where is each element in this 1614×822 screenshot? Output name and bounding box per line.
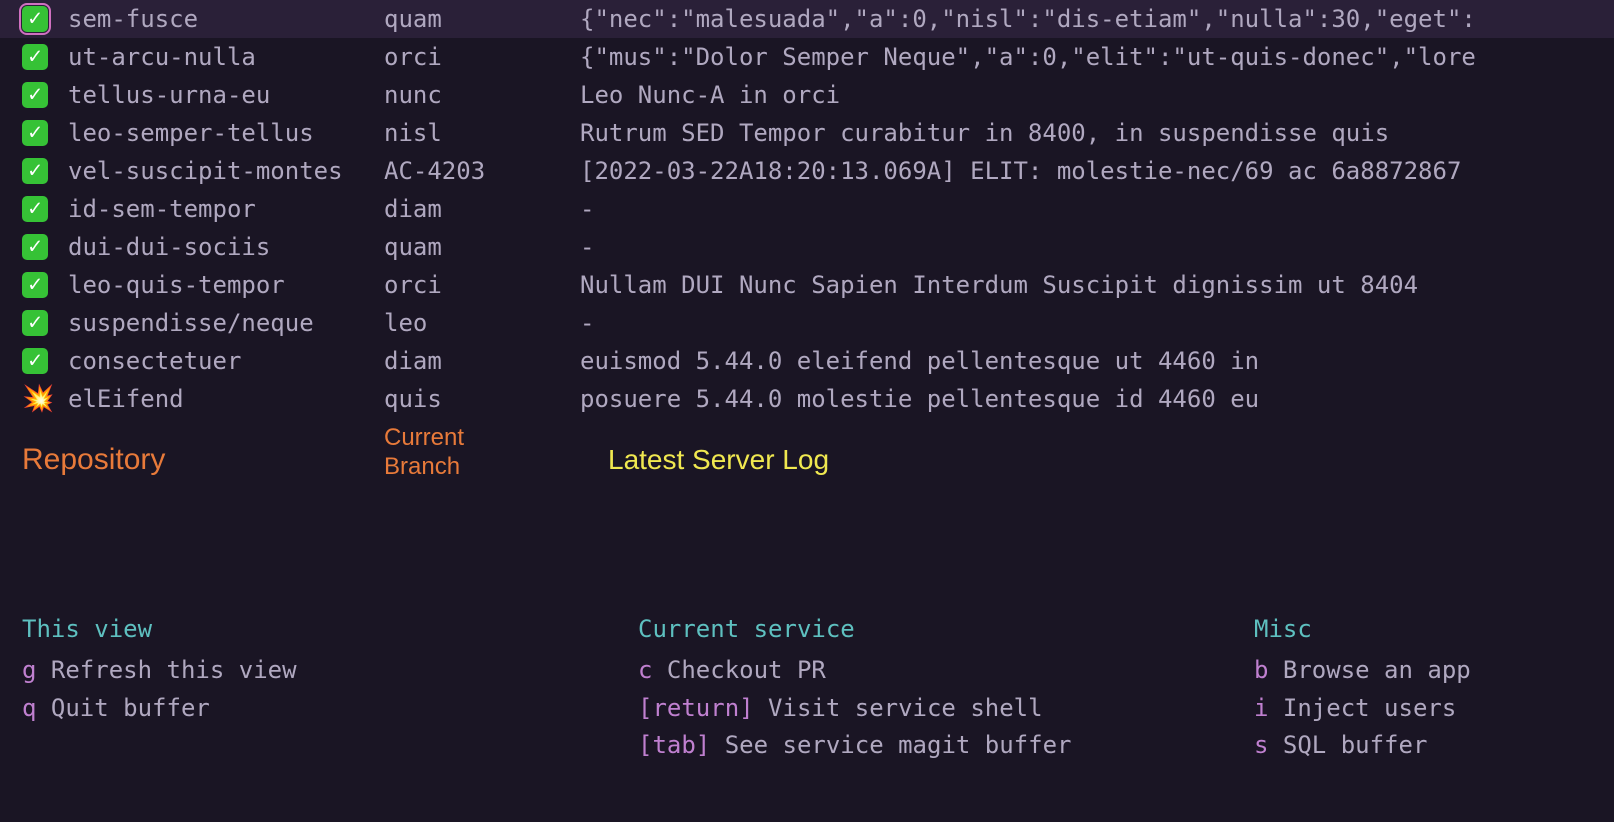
help-item[interactable]: b Browse an app xyxy=(1254,652,1614,689)
log-message: - xyxy=(580,190,1614,228)
help-col-service: Current service c Checkout PR[return] Vi… xyxy=(638,610,1254,764)
check-icon: ✓ xyxy=(22,272,48,298)
help-item[interactable]: [return] Visit service shell xyxy=(638,690,1254,727)
help-label: Browse an app xyxy=(1268,656,1470,684)
keybinding: c xyxy=(638,656,652,684)
table-row[interactable]: ✓ suspendisse/nequeleo- xyxy=(0,304,1614,342)
help-item[interactable]: s SQL buffer xyxy=(1254,727,1614,764)
log-message: Nullam DUI Nunc Sapien Interdum Suscipit… xyxy=(580,266,1614,304)
help-item[interactable]: [tab] See service magit buffer xyxy=(638,727,1254,764)
branch-name: diam xyxy=(384,342,580,380)
help-panel: This view g Refresh this viewq Quit buff… xyxy=(0,610,1614,764)
help-item[interactable]: q Quit buffer xyxy=(22,690,638,727)
help-label: Refresh this view xyxy=(36,656,296,684)
help-label: Inject users xyxy=(1268,694,1456,722)
header-log: Latest Server Log xyxy=(580,424,1614,483)
check-icon: ✓ xyxy=(22,348,48,374)
help-item[interactable]: c Checkout PR xyxy=(638,652,1254,689)
branch-name: nunc xyxy=(384,76,580,114)
branch-name: orci xyxy=(384,266,580,304)
service-table: ✓sem-fuscequam{"nec":"malesuada","a":0,"… xyxy=(0,0,1614,418)
collision-icon: 💥 xyxy=(22,386,54,412)
header-branch: Current Branch xyxy=(384,424,580,482)
log-message: posuere 5.44.0 molestie pellentesque id … xyxy=(580,380,1614,418)
help-col-view: This view g Refresh this viewq Quit buff… xyxy=(22,610,638,764)
log-message: Leo Nunc-A in orci xyxy=(580,76,1614,114)
check-icon: ✓ xyxy=(22,196,48,222)
check-icon: ✓ xyxy=(22,82,48,108)
log-message: euismod 5.44.0 eleifend pellentesque ut … xyxy=(580,342,1614,380)
check-icon: ✓ xyxy=(22,158,48,184)
keybinding: q xyxy=(22,694,36,722)
keybinding: [tab] xyxy=(638,731,710,759)
branch-name: AC-4203 xyxy=(384,152,580,190)
keybinding: g xyxy=(22,656,36,684)
branch-name: quam xyxy=(384,228,580,266)
table-row[interactable]: 💥 elEifendquisposuere 5.44.0 molestie pel… xyxy=(0,380,1614,418)
table-row[interactable]: ✓ tellus-urna-eununcLeo Nunc-A in orci xyxy=(0,76,1614,114)
table-row[interactable]: ✓ ut-arcu-nullaorci{"mus":"Dolor Semper N… xyxy=(0,38,1614,76)
branch-name: nisl xyxy=(384,114,580,152)
help-label: See service magit buffer xyxy=(710,731,1071,759)
help-item[interactable]: g Refresh this view xyxy=(22,652,638,689)
branch-name: diam xyxy=(384,190,580,228)
help-title: Misc xyxy=(1254,610,1614,648)
repo-name: vel-suscipit-montes xyxy=(68,152,384,190)
help-label: Checkout PR xyxy=(652,656,825,684)
check-icon: ✓ xyxy=(22,120,48,146)
branch-name: quis xyxy=(384,380,580,418)
check-icon: ✓ xyxy=(22,234,48,260)
table-row[interactable]: ✓ consectetuerdiameuismod 5.44.0 eleifend… xyxy=(0,342,1614,380)
help-col-misc: Misc b Browse an appi Inject userss SQL … xyxy=(1254,610,1614,764)
repo-name: leo-semper-tellus xyxy=(68,114,384,152)
repo-name: id-sem-tempor xyxy=(68,190,384,228)
log-message: - xyxy=(580,304,1614,342)
header-repository: Repository xyxy=(22,424,384,484)
log-message: Rutrum SED Tempor curabitur in 8400, in … xyxy=(580,114,1614,152)
table-row[interactable]: ✓ dui-dui-sociisquam- xyxy=(0,228,1614,266)
repo-name: leo-quis-tempor xyxy=(68,266,384,304)
repo-name: sem-fusce xyxy=(68,0,384,38)
check-icon: ✓ xyxy=(22,310,48,336)
column-headers: Repository Current Branch Latest Server … xyxy=(0,424,1614,484)
help-label: SQL buffer xyxy=(1268,731,1427,759)
branch-name: orci xyxy=(384,38,580,76)
log-message: - xyxy=(580,228,1614,266)
branch-name: quam xyxy=(384,0,580,38)
table-row[interactable]: ✓ id-sem-tempordiam- xyxy=(0,190,1614,228)
check-icon: ✓ xyxy=(22,44,48,70)
keybinding: s xyxy=(1254,731,1268,759)
help-item[interactable]: i Inject users xyxy=(1254,690,1614,727)
table-row[interactable]: ✓ vel-suscipit-montesAC-4203[2022-03-22A1… xyxy=(0,152,1614,190)
keybinding: [return] xyxy=(638,694,754,722)
repo-name: elEifend xyxy=(68,380,384,418)
repo-name: dui-dui-sociis xyxy=(68,228,384,266)
help-title: Current service xyxy=(638,610,1254,648)
table-row[interactable]: ✓ leo-quis-tempororciNullam DUI Nunc Sapi… xyxy=(0,266,1614,304)
log-message: {"mus":"Dolor Semper Neque","a":0,"elit"… xyxy=(580,38,1614,76)
table-row[interactable]: ✓ sem-fuscequam{"nec":"malesuada","a":0,"… xyxy=(0,0,1614,38)
branch-name: leo xyxy=(384,304,580,342)
log-message: [2022-03-22A18:20:13.069A] ELIT: molesti… xyxy=(580,152,1614,190)
repo-name: tellus-urna-eu xyxy=(68,76,384,114)
help-label: Visit service shell xyxy=(754,694,1043,722)
keybinding: b xyxy=(1254,656,1268,684)
check-icon: ✓ xyxy=(22,6,48,32)
repo-name: ut-arcu-nulla xyxy=(68,38,384,76)
table-row[interactable]: ✓ leo-semper-tellusnislRutrum SED Tempor … xyxy=(0,114,1614,152)
log-message: {"nec":"malesuada","a":0,"nisl":"dis-eti… xyxy=(580,0,1614,38)
help-title: This view xyxy=(22,610,638,648)
keybinding: i xyxy=(1254,694,1268,722)
repo-name: suspendisse/neque xyxy=(68,304,384,342)
repo-name: consectetuer xyxy=(68,342,384,380)
help-label: Quit buffer xyxy=(36,694,209,722)
